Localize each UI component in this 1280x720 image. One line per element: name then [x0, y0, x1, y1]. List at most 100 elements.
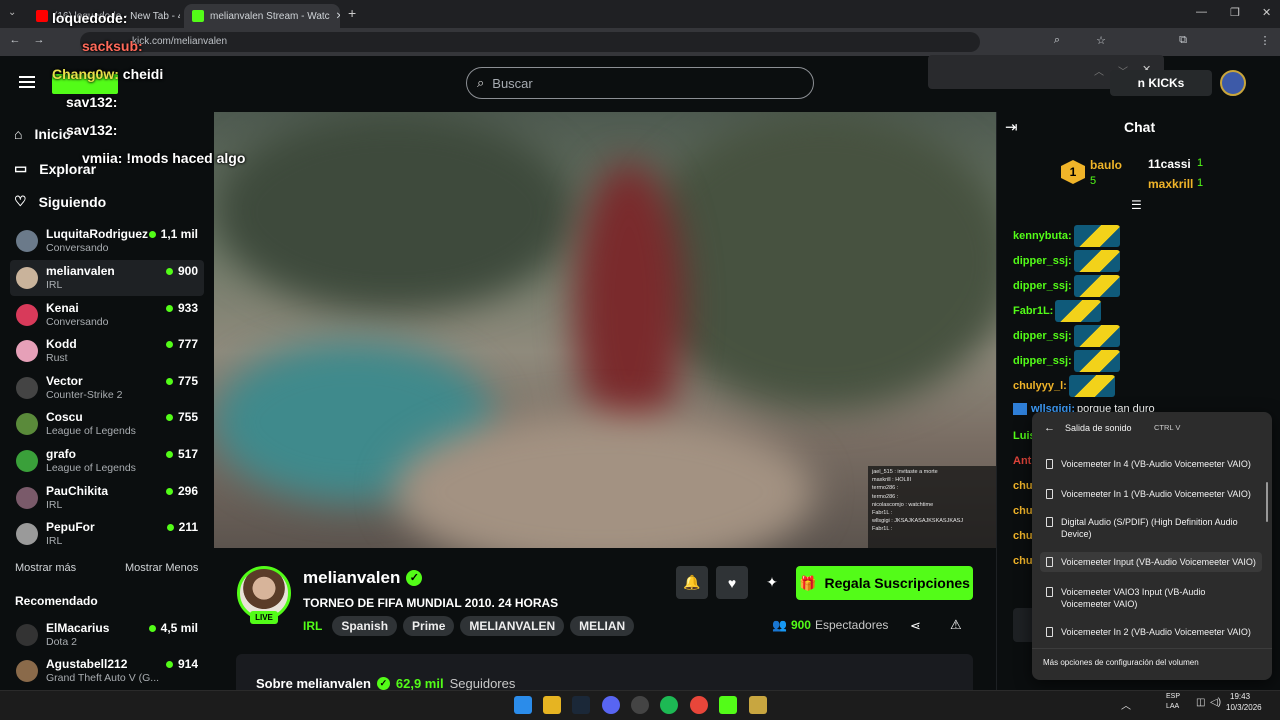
hamburger-menu-icon[interactable]	[19, 76, 35, 88]
sidebar-channel[interactable]: PepuFor IRL 211	[10, 516, 204, 552]
tag[interactable]: MELIAN	[570, 616, 635, 636]
browser-tab-2[interactable]: melianvalen Stream - Watc ✕	[184, 4, 340, 28]
chat-username[interactable]: chu	[1013, 555, 1033, 567]
overlay-username: Chang0w:	[52, 66, 119, 82]
collapse-chat-icon[interactable]: ⇥	[1005, 118, 1018, 136]
obs-icon[interactable]	[631, 696, 649, 714]
sound-device-option[interactable]: Digital Audio (S/PDIF) (High Definition …	[1040, 512, 1262, 544]
voicemeeter-icon[interactable]	[749, 696, 767, 714]
user-avatar[interactable]	[1220, 70, 1246, 96]
search-bar[interactable]: ⌕	[466, 67, 814, 99]
sidebar-channel[interactable]: PauChikita IRL 296	[10, 480, 204, 516]
close-icon[interactable]: ✕	[336, 11, 340, 22]
sound-device-option[interactable]: Voicemeeter VAIO3 Input (VB-Audio Voicem…	[1040, 582, 1262, 614]
chat-username[interactable]: dipper_ssj:	[1013, 255, 1072, 267]
sidebar-channel[interactable]: Agustabell212 Grand Theft Auto V (G... 914	[10, 653, 204, 689]
back-arrow-icon[interactable]: ←	[1044, 422, 1055, 434]
restore-icon[interactable]: ❐	[1230, 6, 1240, 19]
sidebar-channel[interactable]: Kenai Conversando 933	[10, 297, 204, 333]
sidebar-channel[interactable]: LuquitaRodriguez Conversando 1,1 mil	[10, 223, 204, 259]
clock-time[interactable]: 19:43	[1230, 692, 1250, 701]
network-icon[interactable]: ◫	[1196, 697, 1205, 708]
share-icon[interactable]: ⋖	[910, 618, 921, 634]
zoom-icon[interactable]: ⌕	[1050, 34, 1064, 47]
chat-username[interactable]: Ant	[1013, 455, 1031, 467]
tab-search-icon[interactable]: ⌄	[8, 7, 16, 18]
tag[interactable]: MELIANVALEN	[460, 616, 565, 636]
extensions-icon[interactable]: ⧉	[1176, 34, 1190, 47]
kick-app-icon[interactable]	[719, 696, 737, 714]
tray-chevron-icon[interactable]: ︿	[1121, 697, 1131, 712]
sound-device-option[interactable]: Voicemeeter In 4 (VB-Audio Voicemeeter V…	[1040, 454, 1262, 474]
chat-username[interactable]: chulyyy_l:	[1013, 380, 1067, 392]
chat-username[interactable]: chu	[1013, 480, 1033, 492]
nav-following[interactable]: ♡ Siguiendo	[14, 193, 106, 210]
volume-icon[interactable]: ◁)	[1210, 697, 1221, 708]
chat-username[interactable]: chu	[1013, 505, 1033, 517]
chat-username[interactable]: dipper_ssj:	[1013, 330, 1072, 342]
report-icon[interactable]: ⚠	[950, 617, 962, 633]
sidebar-channel[interactable]: melianvalen IRL 900	[10, 260, 204, 296]
close-window-icon[interactable]: ✕	[1262, 6, 1271, 19]
notification-bell-button[interactable]: 🔔	[676, 566, 708, 599]
chrome-icon[interactable]	[690, 696, 708, 714]
live-dot-icon	[165, 450, 173, 458]
chat-username[interactable]: kennybuta:	[1013, 230, 1072, 242]
sidebar-channel[interactable]: Kodd Rust 777	[10, 333, 204, 369]
start-windows-icon[interactable]	[514, 696, 532, 714]
back-icon[interactable]: ←	[8, 34, 22, 46]
channel-name[interactable]: melianvalen	[303, 568, 400, 588]
speaker-icon	[1046, 517, 1053, 527]
tag[interactable]: Spanish	[332, 616, 398, 636]
chat-username[interactable]: chu	[1013, 530, 1033, 542]
language-indicator[interactable]: ESP	[1166, 693, 1180, 700]
viewer-count-row: 👥 900 Espectadores	[772, 618, 888, 632]
menu-dots-icon[interactable]: ⋮	[1258, 34, 1272, 47]
leaderboard-user[interactable]: baulo	[1090, 158, 1122, 172]
scrollbar[interactable]	[1266, 482, 1268, 522]
follow-heart-button[interactable]: ♥	[716, 566, 748, 599]
chat-username[interactable]: Fabr1L:	[1013, 305, 1053, 317]
leaderboard-user[interactable]: maxkrill	[1148, 177, 1193, 191]
show-more-link[interactable]: Mostrar más	[15, 562, 76, 574]
chevron-up-icon[interactable]: ︿	[1094, 63, 1104, 78]
chat-username[interactable]: dipper_ssj:	[1013, 355, 1072, 367]
live-dot-icon	[165, 487, 173, 495]
expand-leaderboard-icon[interactable]: ☰	[1131, 198, 1142, 212]
overlay-chat-line: Fabr1L :	[872, 526, 893, 533]
sidebar-channel[interactable]: Coscu League of Legends 755	[10, 406, 204, 442]
sidebar-channel[interactable]: grafo League of Legends 517	[10, 443, 204, 479]
forward-icon[interactable]: →	[32, 34, 46, 46]
clock-date[interactable]: 10/3/2026	[1226, 703, 1262, 712]
more-volume-settings-link[interactable]: Más opciones de configuración del volume…	[1043, 658, 1199, 667]
show-less-link[interactable]: Mostrar Menos	[125, 562, 198, 574]
discord-icon[interactable]	[602, 696, 620, 714]
minimize-icon[interactable]: —	[1196, 6, 1207, 18]
chat-username[interactable]: dipper_ssj:	[1013, 280, 1072, 292]
shortcut-hint: CTRL V	[1154, 423, 1181, 432]
emote	[1073, 275, 1120, 297]
gift-subs-button[interactable]: 🎁 Regala Suscripciones	[796, 566, 973, 600]
sidebar-channel[interactable]: ElMacarius Dota 2 4,5 mil	[10, 617, 204, 653]
url-field[interactable]: kick.com/melianvalen	[80, 32, 980, 52]
nav-home[interactable]: ⌂ Inicio	[14, 126, 71, 142]
gift-label: Regala Suscripciones	[824, 575, 970, 591]
tag[interactable]: Prime	[403, 616, 455, 636]
leaderboard-count: 5	[1090, 175, 1097, 187]
sound-device-option[interactable]: Voicemeeter In 2 (VB-Audio Voicemeeter V…	[1040, 622, 1262, 642]
sidebar-channel[interactable]: Vector Counter-Strike 2 775	[10, 370, 204, 406]
sparkle-button[interactable]: ✦	[756, 566, 788, 599]
kicks-button[interactable]: n KICKs	[1110, 70, 1212, 96]
spotify-icon[interactable]	[660, 696, 678, 714]
sound-device-option[interactable]: Voicemeeter In 1 (VB-Audio Voicemeeter V…	[1040, 484, 1262, 504]
bookmark-star-icon[interactable]: ☆	[1094, 34, 1108, 47]
new-tab-icon[interactable]: +	[348, 5, 356, 21]
file-explorer-icon[interactable]	[543, 696, 561, 714]
avatar	[16, 413, 38, 435]
keyboard-layout[interactable]: LAA	[1166, 703, 1179, 710]
steam-icon[interactable]	[572, 696, 590, 714]
leaderboard-user[interactable]: 11cassi	[1148, 157, 1191, 171]
sound-device-option[interactable]: Voicemeeter Input (VB-Audio Voicemeeter …	[1040, 552, 1262, 572]
category-link[interactable]: IRL	[303, 619, 322, 633]
search-input[interactable]	[492, 75, 793, 91]
